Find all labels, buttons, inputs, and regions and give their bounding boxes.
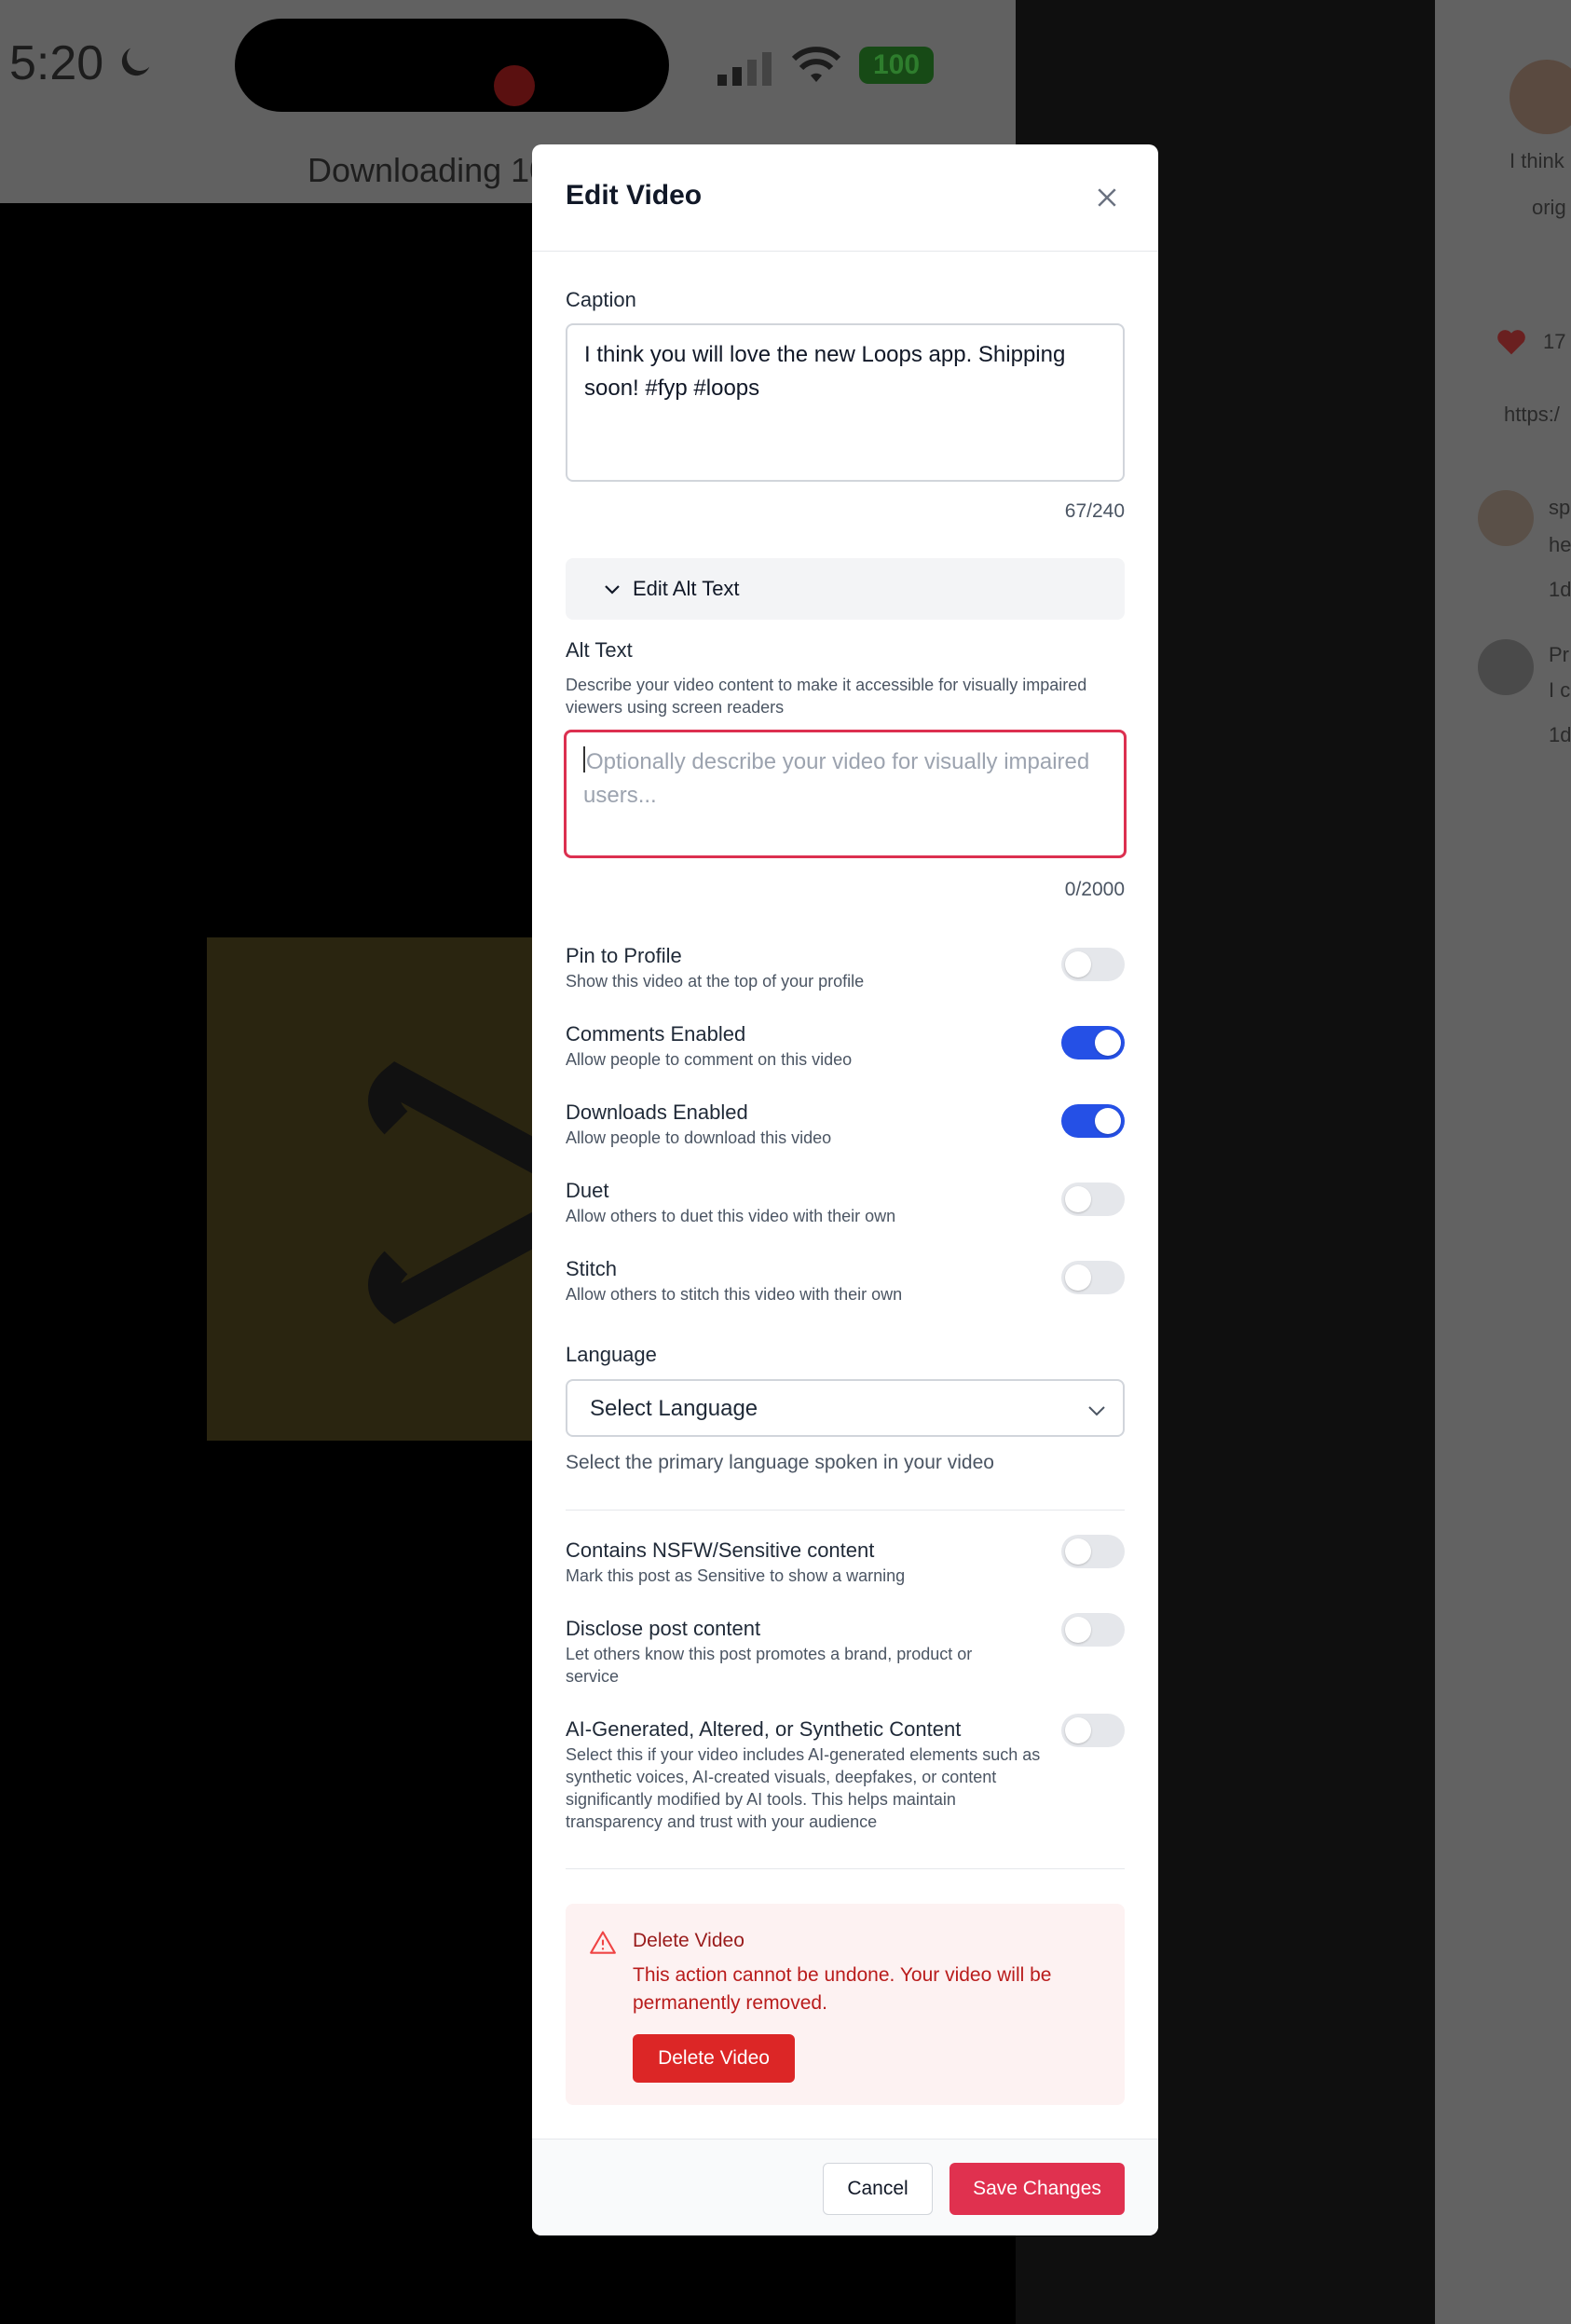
modal-title: Edit Video [566,180,703,211]
alt-text-placeholder: Optionally describe your video for visua… [583,749,1090,808]
alt-text-description: Describe your video content to make it a… [566,676,1087,717]
language-select[interactable]: Select Language [566,1379,1125,1437]
warning-icon [590,1931,616,1954]
text-caret [583,746,585,772]
background-comments-panel: I think orig 17 https:/ sp he 1d Pr I c … [1435,0,1571,2324]
signal-icon [717,52,772,86]
nsfw-toggle[interactable] [1061,1535,1125,1568]
alt-text-input[interactable]: Optionally describe your video for visua… [564,730,1127,858]
setting-title: Duet [566,1179,609,1202]
side-text: 1d [1549,578,1571,601]
edit-alt-text-toggle[interactable]: Edit Alt Text [566,558,1125,620]
save-changes-button[interactable]: Save Changes [949,2163,1125,2215]
ai-content-toggle[interactable] [1061,1714,1125,1747]
setting-title: Comments Enabled [566,1022,746,1046]
delete-video-zone: Delete Video This action cannot be undon… [566,1904,1125,2105]
modal-footer: Cancel Save Changes [532,2139,1158,2235]
side-text: orig [1532,196,1566,219]
setting-title: Disclose post content [566,1617,761,1640]
avatar [1478,639,1534,695]
side-text: 17 [1543,330,1566,353]
setting-title: Stitch [566,1257,618,1280]
avatar [1510,60,1571,134]
delete-video-button[interactable]: Delete Video [633,2034,795,2083]
setting-description: Select this if your video includes AI-ge… [566,1745,1041,1831]
delete-video-title: Delete Video [633,1930,745,1951]
side-text: I think [1510,149,1564,172]
side-text: I c [1549,678,1571,702]
delete-video-message: This action cannot be undone. Your video… [633,1964,1052,2014]
close-icon[interactable] [1093,184,1121,212]
setting-title: AI-Generated, Altered, or Synthetic Cont… [566,1717,962,1741]
pin-to-profile-toggle[interactable] [1061,948,1125,981]
caption-input[interactable]: I think you will love the new Loops app.… [566,323,1125,482]
chevron-down-icon [605,585,620,595]
setting-description: Let others know this post promotes a bra… [566,1645,973,1686]
setting-description: Allow others to duet this video with the… [566,1207,896,1225]
avatar [1478,490,1534,546]
side-text: sp [1549,496,1571,519]
setting-title: Downloads Enabled [566,1100,748,1124]
side-text: https:/ [1504,403,1560,426]
side-text: Pr [1549,643,1569,666]
setting-title: Contains NSFW/Sensitive content [566,1538,875,1562]
alt-text-counter: 0/2000 [1064,879,1125,900]
moon-icon [121,48,150,76]
setting-description: Mark this post as Sensitive to show a wa… [566,1566,906,1585]
setting-title: Pin to Profile [566,944,682,967]
dynamic-island [235,19,669,112]
setting-description: Allow others to stitch this video with t… [566,1285,903,1304]
caption-label: Caption [566,288,636,311]
language-help-text: Select the primary language spoken in yo… [566,1452,994,1473]
chevron-down-icon [1088,1406,1105,1416]
download-status: Downloading 10 [307,151,549,189]
setting-description: Show this video at the top of your profi… [566,972,865,991]
modal-header: Edit Video [532,144,1158,252]
battery-indicator: 100 [859,47,934,84]
disclose-toggle[interactable] [1061,1613,1125,1647]
language-label: Language [566,1343,657,1366]
edit-alt-text-label: Edit Alt Text [633,577,740,600]
setting-description: Allow people to download this video [566,1128,832,1147]
divider [566,1868,1125,1869]
heart-icon [1497,330,1525,355]
cancel-button[interactable]: Cancel [823,2163,933,2215]
edit-video-modal: Edit Video Caption I think you will love… [532,144,1158,2235]
alt-text-label: Alt Text [566,638,633,662]
status-time: 5:20 [9,36,104,90]
comments-enabled-toggle[interactable] [1061,1026,1125,1059]
divider [566,1510,1125,1511]
wifi-icon [791,47,841,82]
setting-description: Allow people to comment on this video [566,1050,853,1069]
downloads-enabled-toggle[interactable] [1061,1104,1125,1138]
side-text: he [1549,533,1571,556]
duet-toggle[interactable] [1061,1183,1125,1216]
language-select-value: Select Language [590,1396,758,1421]
side-text: 1d [1549,723,1571,746]
recording-indicator-icon [494,65,535,106]
stitch-toggle[interactable] [1061,1261,1125,1294]
caption-counter: 67/240 [1064,500,1125,522]
